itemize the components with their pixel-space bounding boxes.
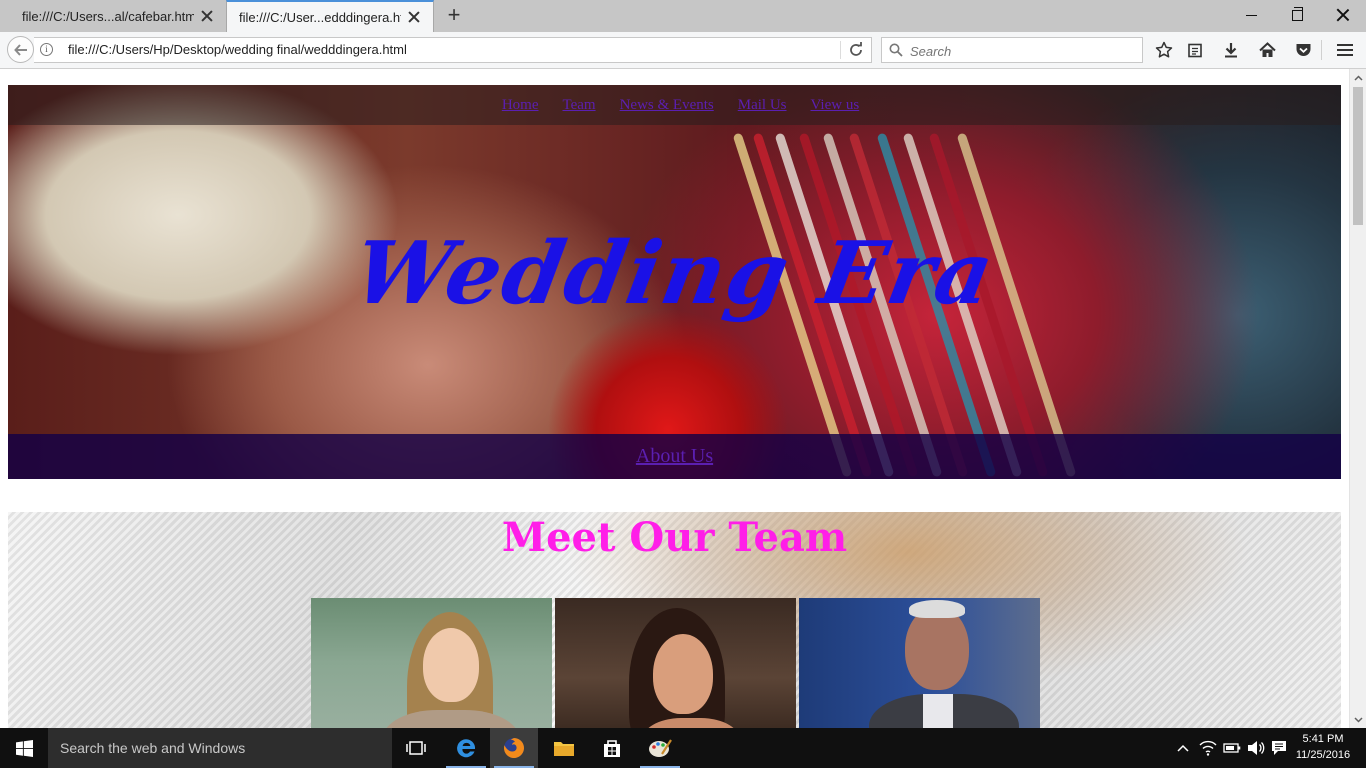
nav-link-mail-us[interactable]: Mail Us (738, 97, 787, 114)
tab-label: file:///C:/User...edddingera.html (239, 9, 401, 25)
paint-app[interactable] (636, 728, 684, 768)
network-button[interactable] (1196, 728, 1220, 768)
file-explorer-app[interactable] (540, 728, 588, 768)
taskbar-clock[interactable]: 5:41 PM 11/25/2016 (1292, 731, 1354, 763)
taskbar: Search the web and Windows 5:41 PM 11/25… (0, 728, 1366, 768)
scrollbar-thumb[interactable] (1353, 87, 1363, 225)
firefox-app[interactable] (490, 728, 538, 768)
scroll-up-button[interactable] (1350, 69, 1366, 86)
vertical-scrollbar[interactable] (1349, 69, 1366, 728)
minimize-button[interactable] (1228, 0, 1274, 30)
speaker-icon (1248, 741, 1265, 755)
volume-button[interactable] (1244, 728, 1268, 768)
hero-footer-bar: About Us (8, 434, 1341, 479)
top-navigation: Home Team News & Events Mail Us View us (8, 85, 1341, 125)
downloads-button[interactable] (1221, 40, 1241, 60)
shoulders-shape (383, 710, 519, 728)
clipboard-icon (1188, 43, 1202, 58)
start-button[interactable] (0, 728, 48, 768)
page-viewport: Home Team News & Events Mail Us View us … (0, 69, 1349, 728)
firefox-icon (504, 738, 524, 758)
team-member-photo (555, 598, 796, 728)
paint-palette-icon (649, 739, 672, 757)
tab-label: file:///C:/Users...al/cafebar.html (22, 8, 194, 24)
hamburger-icon (1337, 44, 1353, 56)
navigation-toolbar: i file:///C:/Users/Hp/Desktop/wedding fi… (0, 32, 1366, 69)
url-text[interactable]: file:///C:/Users/Hp/Desktop/wedding fina… (68, 42, 407, 57)
download-icon (1225, 43, 1237, 58)
reading-list-button[interactable] (1185, 40, 1205, 60)
info-icon[interactable]: i (40, 43, 53, 56)
edge-icon (457, 739, 475, 758)
edge-app[interactable] (442, 728, 490, 768)
pocket-icon (1296, 44, 1310, 56)
wifi-icon (1199, 740, 1217, 756)
taskbar-search[interactable]: Search the web and Windows (48, 728, 392, 768)
search-box[interactable] (881, 37, 1143, 63)
hero-banner: Home Team News & Events Mail Us View us … (8, 85, 1341, 479)
nav-link-news-events[interactable]: News & Events (620, 97, 714, 114)
search-icon (889, 43, 903, 57)
scroll-down-button[interactable] (1350, 711, 1366, 728)
nav-link-view-us[interactable]: View us (811, 97, 860, 114)
address-bar[interactable]: i file:///C:/Users/Hp/Desktop/wedding fi… (34, 37, 872, 63)
star-icon (1155, 41, 1173, 58)
chevron-up-icon (1354, 74, 1363, 81)
minimize-icon (1245, 14, 1257, 16)
tab-weddingera[interactable]: file:///C:/User...edddingera.html (226, 0, 434, 32)
close-window-button[interactable] (1320, 0, 1366, 30)
team-member-photo (311, 598, 552, 728)
team-heading: Meet Our Team (501, 514, 848, 561)
nav-link-home[interactable]: Home (502, 97, 539, 114)
store-app[interactable] (588, 728, 636, 768)
site-title: Wedding Era (346, 223, 1003, 324)
team-member-photo (799, 598, 1040, 728)
clock-date: 11/25/2016 (1295, 749, 1351, 761)
close-tab-icon[interactable] (200, 9, 214, 23)
bookmark-star-button[interactable] (1154, 40, 1174, 60)
new-tab-button[interactable]: + (444, 4, 464, 26)
back-button[interactable] (7, 36, 34, 63)
shirt-shape (923, 694, 953, 728)
chevron-down-icon (1354, 716, 1363, 723)
windows-logo-icon (15, 739, 33, 757)
face-shape (653, 634, 713, 714)
clock-time: 5:41 PM (1302, 733, 1344, 745)
face-shape (905, 606, 969, 690)
tab-strip: file:///C:/Users...al/cafebar.html file:… (0, 0, 1366, 32)
chevron-up-icon (1177, 744, 1189, 752)
notification-icon (1272, 741, 1286, 755)
action-center-button[interactable] (1268, 728, 1290, 768)
taskbar-search-placeholder: Search the web and Windows (60, 740, 246, 756)
folder-icon (554, 742, 574, 756)
divider (840, 41, 841, 59)
about-us-link[interactable]: About Us (636, 445, 713, 468)
arrow-left-icon (13, 43, 27, 56)
close-icon (1336, 8, 1350, 22)
tab-cafebar[interactable]: file:///C:/Users...al/cafebar.html (10, 0, 226, 32)
battery-icon (1223, 743, 1241, 753)
home-icon (1258, 42, 1276, 57)
team-section: Meet Our Team (8, 512, 1341, 728)
show-hidden-icons-button[interactable] (1174, 728, 1192, 768)
hair-shape (909, 600, 965, 618)
search-input[interactable] (908, 41, 1132, 61)
reload-icon[interactable] (848, 42, 864, 58)
face-shape (423, 628, 479, 702)
close-tab-icon[interactable] (407, 10, 421, 24)
nav-link-team[interactable]: Team (562, 97, 595, 114)
battery-button[interactable] (1220, 728, 1244, 768)
menu-button[interactable] (1335, 40, 1355, 60)
task-view-icon (406, 741, 426, 755)
task-view-button[interactable] (392, 728, 440, 768)
restore-icon (1291, 6, 1303, 21)
home-button[interactable] (1257, 40, 1277, 60)
pocket-button[interactable] (1293, 40, 1313, 60)
store-icon (604, 740, 620, 757)
toolbar-divider (1321, 40, 1322, 60)
restore-button[interactable] (1274, 0, 1320, 30)
